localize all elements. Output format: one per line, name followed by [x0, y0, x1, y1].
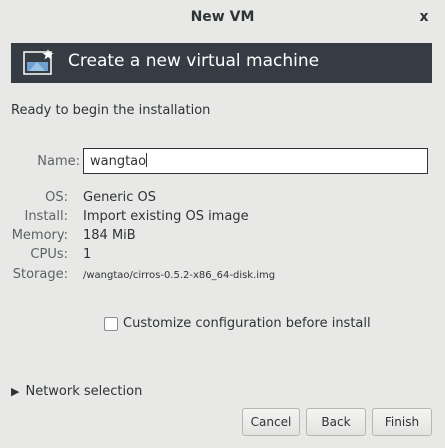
customize-label[interactable]: Customize configuration before install	[123, 316, 371, 331]
new-vm-icon	[23, 49, 54, 75]
header-banner: Create a new virtual machine	[11, 43, 432, 83]
name-label: Name:	[37, 154, 80, 169]
network-selection-expander[interactable]: ▶ Network selection	[11, 380, 143, 399]
install-value: Import existing OS image	[83, 209, 249, 224]
banner-title: Create a new virtual machine	[68, 51, 320, 71]
cpus-value: 1	[83, 247, 92, 262]
os-label: OS:	[45, 190, 68, 205]
back-button[interactable]: Back	[306, 408, 366, 436]
expander-arrow-icon: ▶	[11, 385, 20, 398]
finish-button[interactable]: Finish	[372, 408, 432, 436]
text-caret	[146, 153, 148, 167]
window-title: New VM	[190, 9, 255, 25]
customize-checkbox[interactable]	[104, 317, 118, 331]
storage-value: /wangtao/cirros-0.5.2-x86_64-disk.img	[83, 270, 276, 281]
close-button[interactable]: x	[415, 8, 433, 26]
name-input[interactable]: wangtao	[83, 148, 428, 174]
title-bar: New VM x	[0, 0, 445, 38]
os-value: Generic OS	[83, 190, 157, 205]
cpus-label: CPUs:	[30, 247, 68, 262]
ready-text: Ready to begin the installation	[11, 103, 211, 118]
memory-label: Memory:	[11, 228, 68, 243]
storage-label: Storage:	[12, 267, 68, 282]
network-selection-label: Network selection	[25, 384, 143, 399]
install-label: Install:	[24, 209, 68, 224]
memory-value: 184 MiB	[83, 228, 136, 243]
name-input-value: wangtao	[90, 154, 147, 169]
cancel-button[interactable]: Cancel	[242, 408, 300, 436]
